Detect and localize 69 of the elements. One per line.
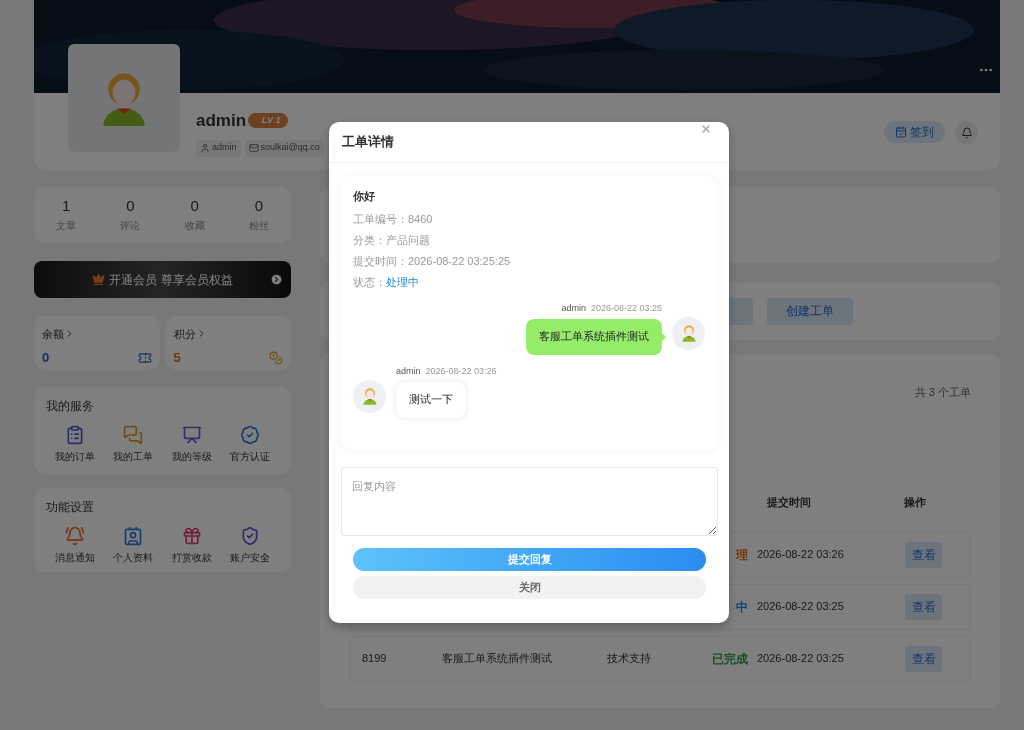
user-icon: [200, 143, 210, 153]
service-item[interactable]: 我的等级: [162, 425, 221, 464]
reply-field[interactable]: 回复内容: [341, 467, 718, 536]
view-button[interactable]: 查看: [905, 593, 942, 620]
submit-reply-button[interactable]: 提交回复: [353, 548, 706, 571]
wallet-value: 5: [173, 349, 181, 367]
info-tag: soulkai@qq.co: [244, 139, 324, 157]
chat-icon: [123, 425, 144, 445]
ticket-field: 提交时间：2026-08-22 03:25:25: [353, 253, 705, 269]
message-meta: admin 2026-08-22 03:25: [561, 301, 662, 314]
ticket-field: 工单编号：8460: [353, 211, 705, 227]
table-cell: 技术支持: [607, 652, 651, 665]
ticket-heading: 你好: [353, 189, 376, 204]
level-badge: LV 1: [248, 113, 288, 129]
crown-icon: [92, 273, 106, 286]
service-item[interactable]: 我的工单: [104, 425, 163, 464]
message-bubble: 测试一下: [396, 381, 466, 418]
service-item[interactable]: 账户安全: [220, 526, 279, 565]
service-item[interactable]: 我的订单: [46, 425, 105, 464]
stat-value: 1: [61, 197, 71, 215]
ticket-field: 分类：产品问题: [353, 232, 705, 248]
close-dialog-button[interactable]: 关闭: [353, 576, 706, 599]
mail-icon: [248, 143, 259, 153]
create-ticket-button[interactable]: 创建工单: [767, 297, 853, 325]
stat-value: 0: [126, 197, 135, 215]
stat-value: 0: [254, 197, 264, 215]
table-cell: 8199: [362, 652, 387, 665]
status-text: 已完成: [712, 650, 748, 668]
bell-icon: [960, 126, 973, 139]
card-title: 我的服务: [46, 398, 95, 415]
service-item[interactable]: 打赏收款: [162, 526, 221, 565]
voucher-icon: [137, 350, 152, 365]
wallet-value: 0: [42, 349, 50, 367]
service-item[interactable]: 官方认证: [220, 425, 279, 464]
coins-icon: [269, 350, 283, 365]
table-cell: 客服工单系统插件测试: [442, 652, 552, 665]
chart-screen-icon: [181, 425, 202, 445]
contact-icon: [123, 526, 144, 546]
table-cell: 2026-08-22 03:26: [757, 548, 844, 561]
bell-icon: [65, 526, 86, 546]
sign-in-button[interactable]: 签到: [884, 121, 945, 143]
ticket-field: 状态：处理中: [353, 274, 705, 290]
verified-badge-icon: [239, 425, 260, 445]
service-item[interactable]: 个人资料: [104, 526, 163, 565]
wallet-card[interactable]: 余额 0: [34, 316, 160, 370]
table-cell: 2026-08-22 03:25: [757, 600, 844, 613]
status-text: 中: [736, 598, 748, 616]
card-title: 功能设置: [46, 499, 95, 516]
status-text: 理: [736, 546, 748, 564]
view-button[interactable]: 查看: [905, 541, 942, 568]
table-cell: 2026-08-22 03:25: [757, 652, 844, 665]
wallet-card[interactable]: 积分 5: [165, 316, 291, 370]
chevron-icon: [270, 273, 283, 286]
info-tag: admin: [196, 139, 241, 157]
calendar-icon: [895, 126, 907, 138]
message-meta: admin 2026-08-22 03:26: [396, 364, 497, 377]
view-button[interactable]: 查看: [905, 645, 942, 672]
close-icon: [700, 123, 712, 135]
dialog-title: 工单详情: [342, 133, 394, 152]
column-header: 操作: [904, 495, 926, 511]
vip-banner[interactable]: 开通会员 尊享会员权益: [34, 261, 291, 298]
column-header: 提交时间: [767, 495, 811, 511]
notification-button[interactable]: [955, 121, 978, 144]
user-name: admin: [196, 110, 247, 132]
service-item[interactable]: 消息通知: [46, 526, 105, 565]
clipboard-icon: [65, 425, 86, 445]
gift-icon: [181, 526, 202, 546]
ticket-count: 共 3 个工单: [914, 385, 971, 400]
stat-value: 0: [190, 197, 199, 215]
